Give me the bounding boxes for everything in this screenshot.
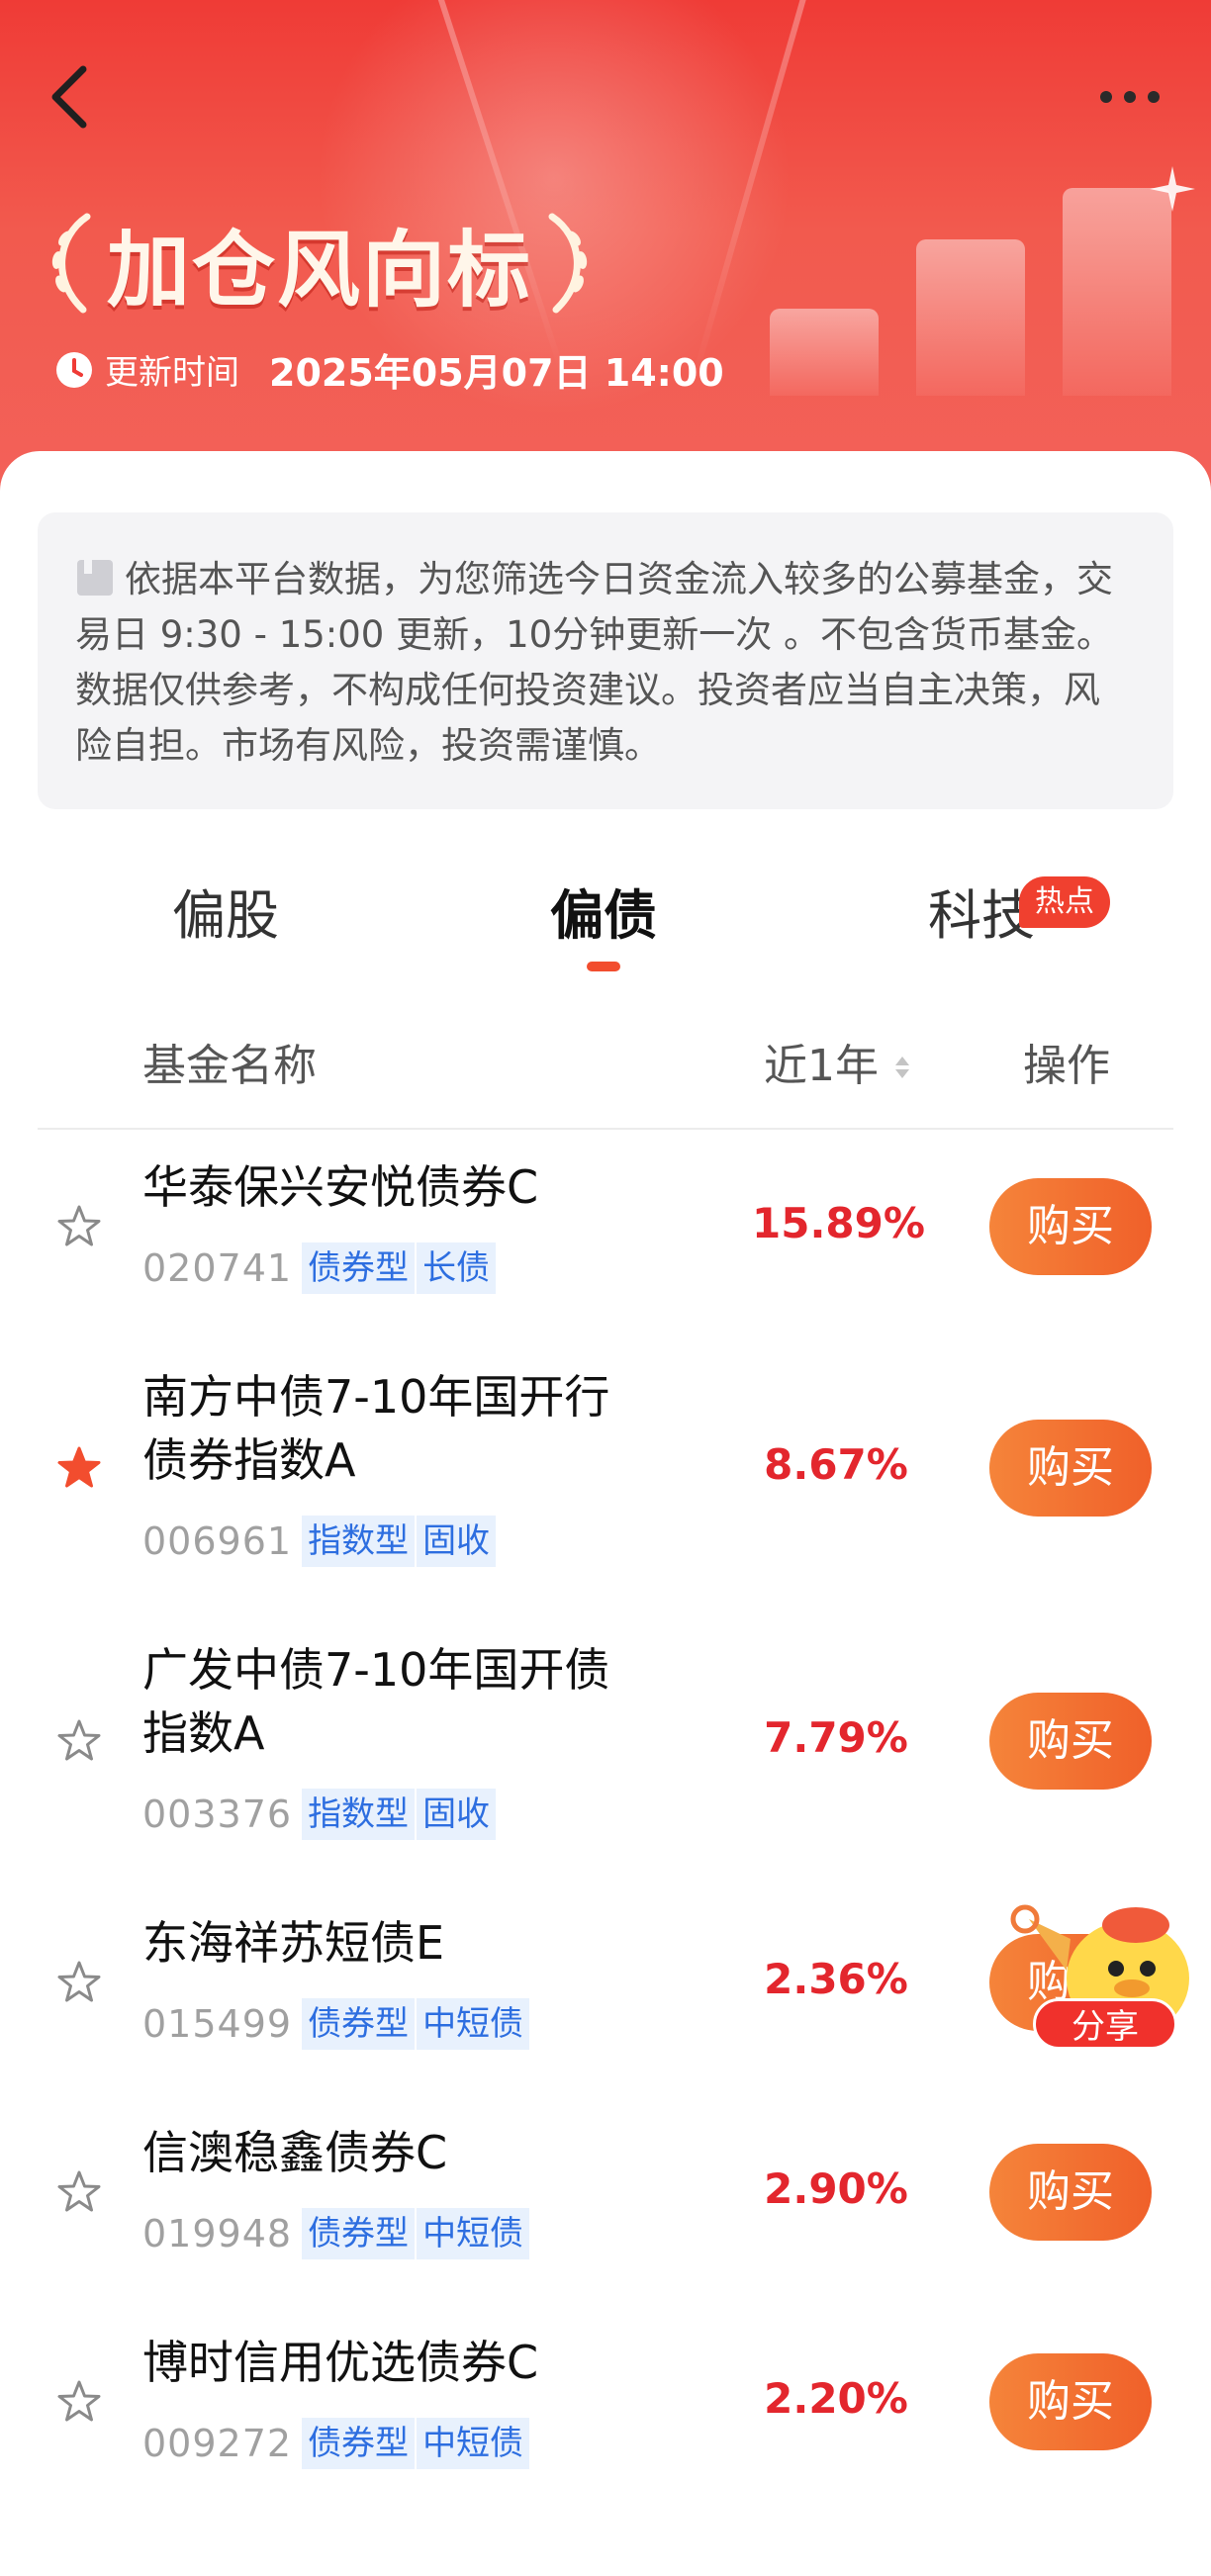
buy-button[interactable]: 购买	[989, 1178, 1152, 1275]
fund-name-line: 博时信用优选债券C	[142, 2336, 539, 2389]
star-outline-icon[interactable]	[55, 1717, 103, 1765]
one-year-return: 8.67%	[764, 1440, 908, 1489]
star-outline-icon[interactable]	[55, 1959, 103, 2006]
fund-tag: 债券型	[302, 2418, 416, 2469]
fund-row[interactable]: 广发中债7-10年国开债 指数A 003376 指数型 固收 7.79% 购买	[0, 1638, 1211, 1911]
banner-bar-decoration	[1063, 188, 1171, 396]
fund-name[interactable]: 东海祥苏短债E	[142, 1911, 697, 1975]
fund-row[interactable]: 信澳稳鑫债券C 019948 债券型 中短债 2.90% 购买	[0, 2121, 1211, 2331]
buy-button[interactable]: 购买	[989, 1693, 1152, 1790]
fund-name-line: 广发中债7-10年国开债	[142, 1643, 610, 1697]
fund-code: 020741	[142, 1246, 293, 1290]
fund-tag: 债券型	[302, 1242, 416, 1294]
laurel-right-icon	[548, 213, 588, 314]
fund-row[interactable]: 南方中债7-10年国开行 债券指数A 006961 指数型 固收 8.67% 购买	[0, 1365, 1211, 1638]
back-button[interactable]	[44, 59, 103, 135]
column-one-year-return[interactable]: 近1年	[764, 1011, 879, 1122]
fund-row[interactable]: 华泰保兴安悦债券C 020741 债券型 长债 15.89% 购买	[0, 1155, 1211, 1365]
share-button[interactable]: 分享	[1033, 1998, 1177, 2050]
header-banner: 加仓风向标 更新时间 2025年05月07日 14:00	[0, 0, 1211, 514]
fund-tag: 长债	[415, 1242, 497, 1294]
hot-badge: 热点	[1019, 876, 1110, 928]
update-time-value: 2025年05月07日 14:00	[269, 351, 724, 395]
banner-bar-decoration	[770, 309, 879, 396]
more-button[interactable]	[1092, 75, 1171, 115]
fund-code: 015499	[142, 2002, 293, 2046]
more-dots-icon	[1100, 91, 1112, 103]
one-year-return: 2.20%	[764, 2374, 908, 2423]
disclaimer-notice: 依据本平台数据，为您筛选今日资金流入较多的公募基金，交易日 9:30 - 15:…	[38, 512, 1173, 809]
fund-name[interactable]: 广发中债7-10年国开债 指数A	[142, 1638, 697, 1765]
update-time-row: 更新时间 2025年05月07日 14:00	[55, 342, 724, 397]
fund-code: 019948	[142, 2212, 293, 2255]
tab-bond[interactable]: 偏债	[475, 867, 732, 971]
star-outline-icon[interactable]	[55, 2378, 103, 2426]
fund-meta: 009272 债券型 中短债	[142, 2418, 530, 2469]
more-dots-icon	[1148, 91, 1160, 103]
star-outline-icon[interactable]	[55, 1203, 103, 1250]
fund-name-line: 东海祥苏短债E	[142, 1916, 445, 1970]
fund-tag: 固收	[415, 1789, 497, 1840]
page-title: 加仓风向标	[107, 220, 533, 319]
one-year-return: 2.36%	[764, 1955, 908, 2003]
fund-name[interactable]: 南方中债7-10年国开行 债券指数A	[142, 1365, 697, 1492]
fund-row[interactable]: 博时信用优选债券C 009272 债券型 中短债 2.20% 购买	[0, 2331, 1211, 2540]
fund-name-line: 南方中债7-10年国开行	[142, 1370, 610, 1424]
buy-button[interactable]: 购买	[989, 2144, 1152, 2241]
fund-tag: 债券型	[302, 2208, 416, 2259]
page-title-group: 加仓风向标	[44, 204, 596, 322]
fund-meta: 019948 债券型 中短债	[142, 2208, 530, 2259]
one-year-return: 2.90%	[764, 2164, 908, 2213]
fund-code: 003376	[142, 1793, 293, 1836]
sparkle-icon	[1150, 166, 1195, 212]
laurel-left-icon	[51, 213, 91, 314]
fund-tag: 指数型	[302, 1516, 416, 1567]
fund-code: 009272	[142, 2422, 293, 2465]
fund-name-line: 信澳稳鑫债券C	[142, 2126, 448, 2179]
fund-name-line: 华泰保兴安悦债券C	[142, 1160, 539, 1214]
chevron-left-icon	[51, 65, 87, 129]
star-outline-icon[interactable]	[55, 2168, 103, 2216]
document-icon	[77, 560, 113, 596]
column-action: 操作	[1023, 1041, 1110, 1091]
clock-icon	[56, 351, 92, 388]
fund-name[interactable]: 华泰保兴安悦债券C	[142, 1155, 697, 1219]
fund-meta: 020741 债券型 长债	[142, 1242, 497, 1294]
fund-tag: 中短债	[415, 1998, 530, 2050]
fund-name[interactable]: 信澳稳鑫债券C	[142, 2121, 697, 2184]
banner-bar-decoration	[916, 239, 1025, 396]
fund-code: 006961	[142, 1519, 293, 1563]
star-filled-icon[interactable]	[55, 1444, 103, 1492]
tab-equity[interactable]: 偏股	[97, 867, 354, 966]
content-card: 依据本平台数据，为您筛选今日资金流入较多的公募基金，交易日 9:30 - 15:…	[0, 451, 1211, 2576]
buy-button[interactable]: 购买	[989, 2353, 1152, 2450]
tab-bond-label: 偏债	[550, 884, 657, 947]
fund-meta: 003376 指数型 固收	[142, 1789, 497, 1840]
fund-name-line: 指数A	[142, 1706, 265, 1760]
buy-button[interactable]: 购买	[989, 1420, 1152, 1517]
update-time-label: 更新时间	[105, 353, 239, 393]
one-year-return: 7.79%	[764, 1713, 908, 1762]
fund-name-line: 债券指数A	[142, 1433, 356, 1487]
more-dots-icon	[1124, 91, 1136, 103]
fund-meta: 006961 指数型 固收	[142, 1516, 497, 1567]
column-fund-name: 基金名称	[142, 1041, 317, 1091]
disclaimer-text: 依据本平台数据，为您筛选今日资金流入较多的公募基金，交易日 9:30 - 15:…	[75, 558, 1113, 767]
active-tab-indicator	[587, 962, 620, 971]
fund-meta: 015499 债券型 中短债	[142, 1998, 530, 2050]
one-year-return: 15.89%	[752, 1199, 925, 1247]
fund-tag: 债券型	[302, 1998, 416, 2050]
table-header: 基金名称 近1年 操作	[0, 1011, 1211, 1122]
fund-tag: 中短债	[415, 2418, 530, 2469]
fund-tag: 指数型	[302, 1789, 416, 1840]
sort-icon[interactable]	[892, 1053, 912, 1082]
fund-name[interactable]: 博时信用优选债券C	[142, 2331, 697, 2394]
fund-tag: 中短债	[415, 2208, 530, 2259]
fund-tag: 固收	[415, 1516, 497, 1567]
header-divider	[38, 1128, 1173, 1130]
